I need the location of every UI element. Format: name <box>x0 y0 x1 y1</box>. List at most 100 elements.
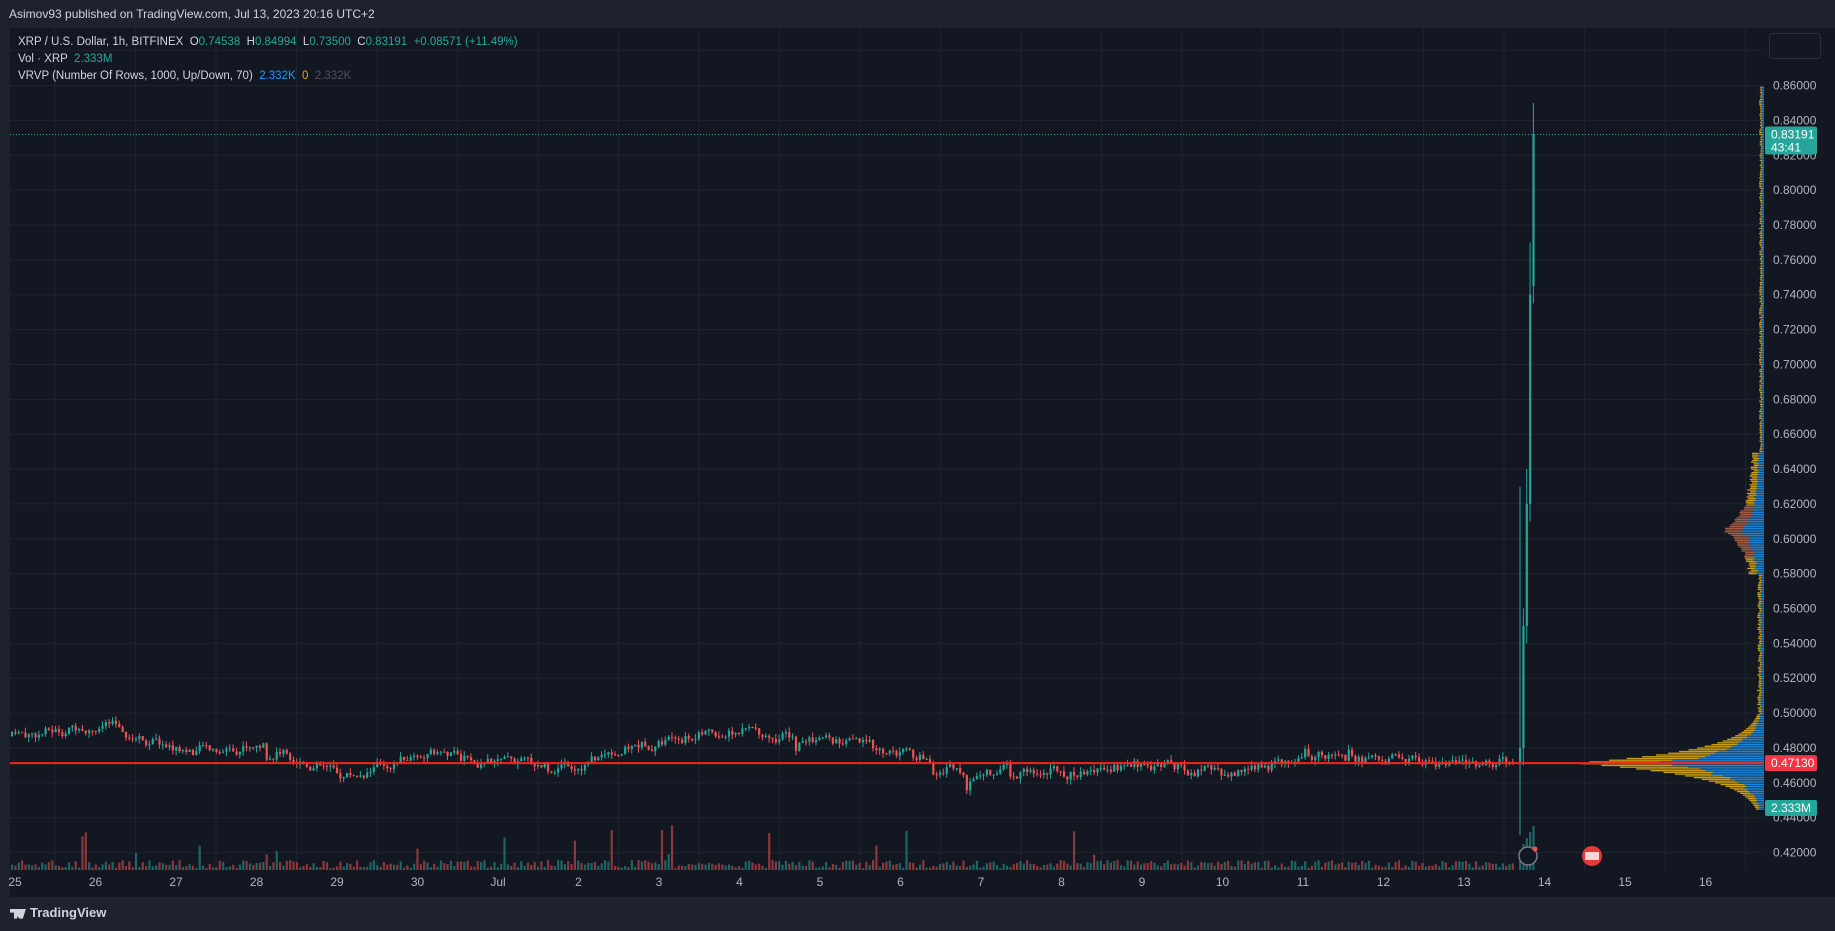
vp-down-row <box>1760 280 1763 282</box>
candle-body <box>603 754 607 756</box>
volume-bar <box>794 865 798 870</box>
vp-down-row <box>1759 417 1762 420</box>
price-chart[interactable]: 0.880000.860000.840000.820000.800000.780… <box>0 0 1835 931</box>
candle-body <box>1029 770 1032 772</box>
volume-bar <box>543 866 546 870</box>
candle-body <box>1394 754 1397 756</box>
time-tick-label: 8 <box>1058 875 1065 889</box>
volume-bar <box>1294 861 1297 870</box>
volume-bar <box>208 864 211 870</box>
candle-body <box>741 728 744 734</box>
vp-up-row <box>1762 318 1764 320</box>
volume-bar <box>309 866 312 870</box>
vp-down-row <box>1724 531 1742 533</box>
vp-up-row <box>1760 658 1764 660</box>
tradingview-logo[interactable]: TradingView <box>10 905 106 920</box>
candle-body <box>1180 763 1183 766</box>
vp-down-row <box>1748 573 1756 575</box>
vp-up-row <box>1761 182 1764 184</box>
volume-bar <box>637 860 640 870</box>
candle-body <box>1069 771 1072 780</box>
vp-up-row <box>1755 573 1764 575</box>
vp-up-row <box>1760 675 1764 678</box>
volume-bar <box>1230 865 1233 870</box>
volume-bar <box>761 865 764 870</box>
time-axis[interactable]: 25 26 27 28 29 30 Jul 2 3 4 5 6 7 8 9 10 11 12 13 14 15 16 <box>8 875 1712 889</box>
vp-up-row <box>1761 348 1764 350</box>
vp-down-row <box>1760 365 1763 367</box>
vp-down-row <box>1760 266 1762 268</box>
vp-up-row <box>1752 731 1764 733</box>
vp-up-row <box>1755 491 1764 493</box>
candle-body <box>1099 767 1102 769</box>
candle-body <box>949 764 952 768</box>
vp-down-row <box>1760 166 1763 169</box>
vp-up-row <box>1754 557 1764 559</box>
candle-body <box>409 756 412 761</box>
vp-down-row <box>1725 527 1744 530</box>
candle-body <box>1357 756 1360 762</box>
vp-up-row <box>1761 358 1764 360</box>
volume-bar <box>1418 865 1421 870</box>
vp-up-row <box>1762 302 1764 305</box>
vp-down-row <box>1757 644 1762 646</box>
candle-body <box>1042 773 1045 775</box>
vp-up-row <box>1761 586 1764 589</box>
vp-down-row <box>1759 287 1762 289</box>
vp-up-row <box>1761 121 1764 123</box>
chart-settings-button[interactable] <box>1769 33 1821 59</box>
vp-down-row <box>1759 390 1762 392</box>
vp-down-row <box>1757 714 1761 716</box>
volume-bar <box>737 866 741 870</box>
vp-down-row <box>1743 555 1753 557</box>
vrvp-down-value: 0 <box>302 70 309 82</box>
candle-body <box>1213 767 1216 770</box>
vp-up-row <box>1762 346 1764 348</box>
volume-indicator-label[interactable]: Vol · XRP <box>18 53 68 65</box>
candle-body <box>446 751 449 757</box>
vp-up-row <box>1759 806 1764 808</box>
vrvp-indicator-label[interactable]: VRVP (Number Of Rows, 1000, Up/Down, 70) <box>18 70 253 82</box>
vp-up-row <box>1761 602 1764 604</box>
vp-down-row <box>1759 634 1763 636</box>
candle-body <box>41 734 44 736</box>
candle-body <box>349 772 352 776</box>
volume-bar <box>1203 862 1206 870</box>
candle-body <box>1337 754 1340 756</box>
vp-up-row <box>1762 372 1764 374</box>
vp-up-row <box>1747 519 1764 521</box>
vp-up-row <box>1761 283 1764 285</box>
candle-body <box>1012 776 1015 778</box>
candle-body <box>1377 756 1380 760</box>
candle-body <box>148 744 151 746</box>
event-markers[interactable] <box>1518 846 1602 866</box>
volume-bar <box>573 840 576 870</box>
vp-up-row <box>1760 628 1764 631</box>
vp-up-row <box>1756 487 1764 489</box>
candle-body <box>208 745 211 751</box>
candle-body <box>1196 769 1200 777</box>
vp-up-row <box>1760 613 1764 615</box>
vp-up-row <box>1761 332 1764 334</box>
candle-body <box>1036 773 1039 775</box>
candle-body <box>674 737 677 739</box>
volume-bar <box>41 862 44 870</box>
vp-up-row <box>1761 149 1764 151</box>
vp-down-row <box>1759 173 1762 176</box>
volume-bar <box>101 864 104 870</box>
vp-up-row <box>1761 299 1764 301</box>
vp-down-row <box>1759 369 1762 371</box>
vp-down-row <box>1760 95 1763 97</box>
volume-bar <box>895 863 898 870</box>
candle-body <box>1411 755 1414 759</box>
candle-body <box>443 751 446 753</box>
price-tick-label: 0.48000 <box>1773 741 1817 755</box>
volume-bar <box>1297 866 1300 870</box>
symbol-label[interactable]: XRP / U.S. Dollar, 1h, BITFINEX <box>18 36 183 48</box>
vp-up-row <box>1756 489 1764 491</box>
vp-down-row <box>1759 668 1762 671</box>
volume-bar <box>1243 864 1246 870</box>
volume-bar <box>376 865 379 870</box>
candle-body <box>697 732 700 740</box>
candle-body <box>942 772 945 774</box>
